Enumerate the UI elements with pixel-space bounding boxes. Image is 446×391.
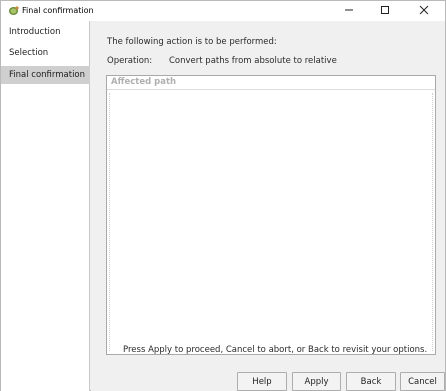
title-bar[interactable]: Final confirmation bbox=[1, 1, 445, 21]
sidebar-item-label: Final confirmation bbox=[9, 70, 86, 80]
sidebar-item-final-confirmation[interactable]: Final confirmation bbox=[1, 66, 90, 84]
maximize-button[interactable] bbox=[367, 1, 403, 21]
wizard-steps-sidebar: Introduction Selection Final confirmatio… bbox=[1, 21, 90, 391]
minimize-icon bbox=[344, 5, 354, 18]
operation-value: Convert paths from absolute to relative bbox=[169, 56, 337, 66]
help-button[interactable]: Help bbox=[237, 372, 287, 391]
sidebar-item-introduction[interactable]: Introduction bbox=[1, 23, 90, 41]
maximize-icon bbox=[380, 5, 390, 18]
close-button[interactable] bbox=[403, 1, 445, 21]
operation-label: Operation: bbox=[107, 56, 153, 66]
intro-text: The following action is to be performed: bbox=[107, 37, 277, 47]
affected-paths-table[interactable]: Affected path bbox=[106, 75, 436, 355]
window-title: Final confirmation bbox=[22, 6, 94, 15]
sidebar-item-label: Introduction bbox=[9, 27, 61, 37]
app-icon bbox=[8, 5, 19, 16]
back-button[interactable]: Back bbox=[346, 372, 396, 391]
instructions-text: Press Apply to proceed, Cancel to abort,… bbox=[123, 345, 428, 355]
confirmation-window: Final confirmation Introduction Selectio… bbox=[0, 0, 446, 391]
confirmation-panel: The following action is to be performed:… bbox=[91, 21, 445, 391]
close-icon bbox=[419, 5, 429, 18]
minimize-button[interactable] bbox=[331, 1, 367, 21]
cancel-button[interactable]: Cancel bbox=[400, 372, 445, 391]
sidebar-item-label: Selection bbox=[9, 48, 49, 58]
affected-path-column-header: Affected path bbox=[107, 76, 435, 90]
affected-paths-list[interactable] bbox=[109, 93, 433, 351]
apply-button[interactable]: Apply bbox=[292, 372, 341, 391]
sidebar-item-selection[interactable]: Selection bbox=[1, 44, 90, 62]
